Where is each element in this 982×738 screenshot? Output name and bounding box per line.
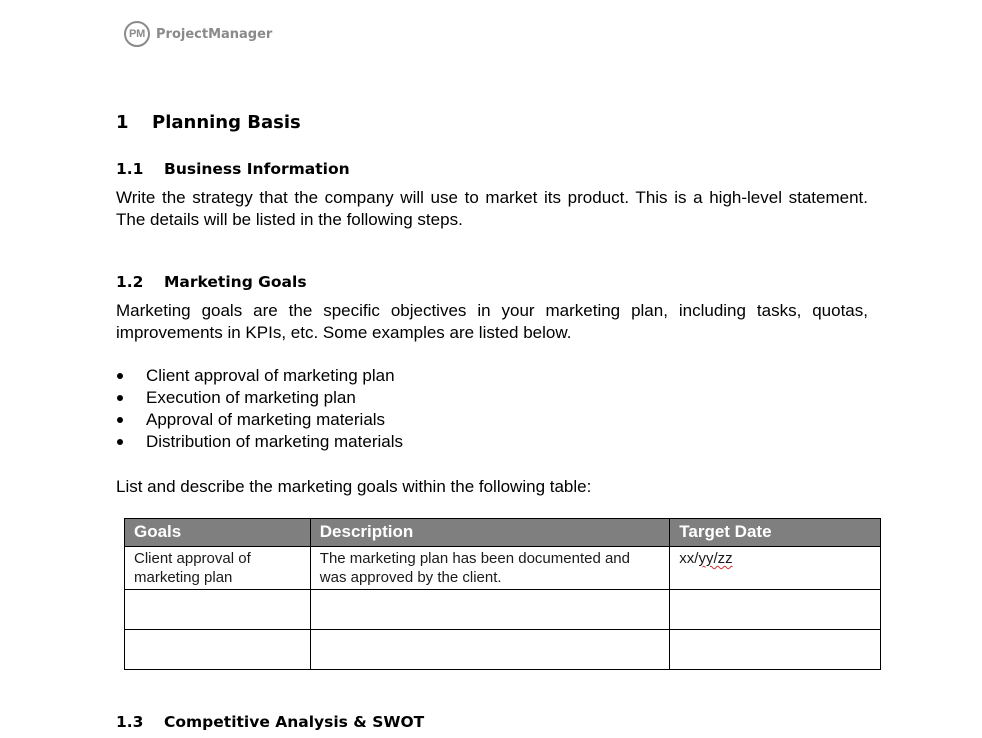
heading-number: 1 xyxy=(116,112,129,133)
heading-number: 1.2 xyxy=(116,273,144,291)
list-item-text: Client approval of marketing plan xyxy=(146,366,395,385)
business-information-text: Write the strategy that the company will… xyxy=(116,188,868,229)
spellcheck-flagged-text: yy/zz xyxy=(698,550,733,567)
heading-competitive-analysis: 1.3 Competitive Analysis & SWOT xyxy=(116,713,424,731)
list-item: Client approval of marketing plan xyxy=(116,365,403,387)
heading-planning-basis: 1 Planning Basis xyxy=(116,112,301,133)
pm-logo-icon: PM xyxy=(124,21,150,47)
cell-target-date[interactable]: xx/yy/zz xyxy=(669,546,881,590)
heading-number: 1.1 xyxy=(116,160,144,178)
list-item: Execution of marketing plan xyxy=(116,387,403,409)
list-item: Approval of marketing materials xyxy=(116,409,403,431)
goal-examples-list: Client approval of marketing plan Execut… xyxy=(116,365,403,453)
heading-title: Business Information xyxy=(164,160,350,178)
list-item-text: Approval of marketing materials xyxy=(146,410,386,429)
marketing-goals-table: Goals Description Target Date Client app… xyxy=(124,518,881,670)
bullet-icon xyxy=(117,373,123,379)
column-header-description: Description xyxy=(309,518,671,547)
date-prefix: xx/ xyxy=(679,550,699,567)
heading-title: Marketing Goals xyxy=(164,273,307,291)
table-intro-text: List and describe the marketing goals wi… xyxy=(116,477,592,496)
column-header-goals: Goals xyxy=(124,518,311,547)
cell-description[interactable] xyxy=(309,589,671,630)
cell-goal[interactable] xyxy=(124,589,311,630)
heading-title: Competitive Analysis & SWOT xyxy=(164,713,425,731)
heading-marketing-goals: 1.2 Marketing Goals xyxy=(116,273,307,291)
cell-target-date[interactable] xyxy=(669,629,881,670)
cell-description[interactable]: The marketing plan has been documented a… xyxy=(309,546,671,590)
marketing-goals-text: Marketing goals are the specific objecti… xyxy=(116,301,868,342)
list-item: Distribution of marketing materials xyxy=(116,431,403,453)
cell-target-date[interactable] xyxy=(669,589,881,630)
heading-business-information: 1.1 Business Information xyxy=(116,160,350,178)
bullet-icon xyxy=(117,395,123,401)
cell-goal[interactable]: Client approval of marketing plan xyxy=(124,546,311,590)
brand-logo: PM ProjectManager xyxy=(124,21,272,47)
list-item-text: Execution of marketing plan xyxy=(146,388,356,407)
list-item-text: Distribution of marketing materials xyxy=(146,432,403,451)
cell-goal[interactable] xyxy=(124,629,311,670)
table-header-row: Goals Description Target Date xyxy=(124,518,881,547)
table-row xyxy=(124,629,881,670)
table-row xyxy=(124,589,881,630)
table-row: Client approval of marketing plan The ma… xyxy=(124,546,881,590)
heading-number: 1.3 xyxy=(116,713,144,731)
cell-description[interactable] xyxy=(309,629,671,670)
column-header-target-date: Target Date xyxy=(669,518,881,547)
brand-name: ProjectManager xyxy=(156,26,273,42)
bullet-icon xyxy=(117,417,123,423)
heading-title: Planning Basis xyxy=(152,112,301,133)
bullet-icon xyxy=(117,439,123,445)
